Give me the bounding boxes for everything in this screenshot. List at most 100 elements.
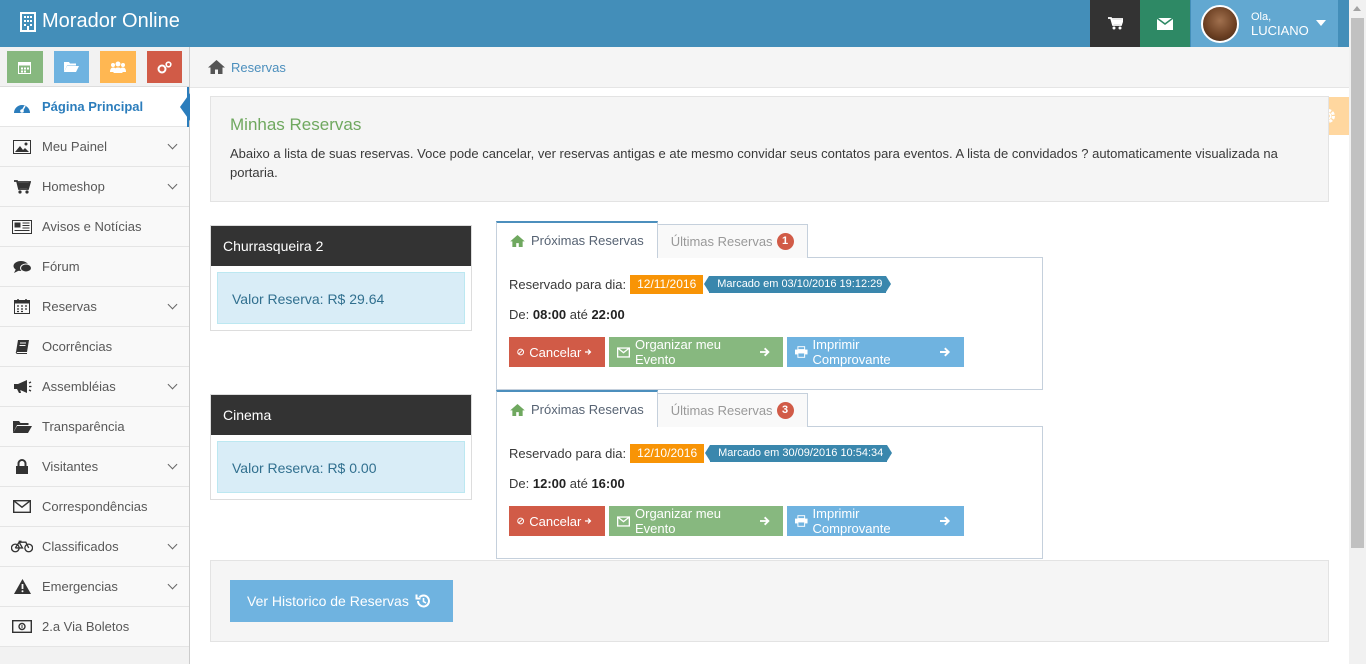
sidebar-item-emergencias[interactable]: Emergencias (0, 567, 189, 607)
sidebar-item-forum[interactable]: Fórum (0, 247, 189, 287)
envelope-icon (617, 515, 630, 527)
scroll-up-icon[interactable] (1353, 6, 1361, 11)
shortcut-settings-button[interactable] (146, 51, 182, 83)
sidebar-item-homeshop[interactable]: Homeshop (0, 167, 189, 207)
tab-label: Próximas Reservas (531, 233, 644, 248)
reserved-date-badge: 12/10/2016 (630, 443, 705, 463)
from-time: 08:00 (532, 307, 567, 322)
button-label: Organizar meu Evento (635, 506, 721, 536)
avatar (1201, 4, 1239, 43)
ban-icon (517, 517, 525, 525)
tab-ultimas-reservas[interactable]: Últimas Reservas 1 (656, 224, 808, 258)
home-icon (510, 403, 525, 416)
organize-event-button[interactable]: Organizar meu Evento (609, 337, 783, 367)
warning-icon (11, 578, 33, 596)
marked-at-badge: Marcado em 03/10/2016 19:12:29 (704, 275, 892, 293)
ban-icon (517, 348, 525, 356)
venue-name: Cinema (211, 395, 471, 435)
tab-proximas-reservas[interactable]: Próximas Reservas (496, 390, 658, 427)
venue-name: Churrasqueira 2 (211, 226, 471, 266)
cart-button[interactable] (1090, 0, 1140, 47)
venue-box: Churrasqueira 2 Valor Reserva: R$ 29.64 (210, 225, 472, 331)
button-label: Imprimir Comprovante (812, 337, 891, 367)
history-icon (415, 594, 430, 608)
reserved-date-badge: 12/11/2016 (630, 274, 704, 294)
home-icon (510, 234, 525, 247)
organize-event-button[interactable]: Organizar meu Evento (609, 506, 783, 536)
lock-icon (11, 458, 33, 476)
reservation-tabs: Próximas Reservas Últimas Reservas 3 Res… (496, 390, 1043, 559)
view-history-button[interactable]: Ver Historico de Reservas (230, 580, 453, 622)
dashboard-icon (11, 98, 33, 116)
from-label: De: (509, 476, 530, 491)
until-time: 22:00 (591, 307, 625, 322)
breadcrumb-reservas-link[interactable]: Reservas (231, 60, 286, 75)
envelope-icon (617, 346, 630, 358)
reservation-tabs: Próximas Reservas Últimas Reservas 1 Res… (496, 221, 1043, 390)
sidebar-item-label: Emergencias (42, 579, 118, 594)
count-badge: 1 (776, 233, 794, 250)
sidebar-item-home[interactable]: Página Principal (0, 87, 190, 127)
button-label: Imprimir Comprovante (812, 506, 891, 536)
reserved-label: Reservado para dia: (509, 276, 627, 292)
folder-open-icon (63, 62, 79, 72)
sidebar-item-label: Transparência (42, 419, 125, 434)
chevron-down-icon (167, 579, 178, 590)
tab-ultimas-reservas[interactable]: Últimas Reservas 3 (656, 393, 808, 427)
until-label: até (569, 307, 588, 322)
brand[interactable]: Morador Online (20, 10, 180, 33)
shortcut-users-button[interactable] (100, 51, 136, 83)
sidebar-item-correspondencias[interactable]: Correspondências (0, 487, 189, 527)
tab-content: Reservado para dia: 12/10/2016 Marcado e… (496, 426, 1043, 559)
book-icon (11, 338, 33, 356)
arrow-right-icon (940, 516, 951, 526)
history-box: Ver Historico de Reservas (210, 560, 1329, 642)
sidebar-item-visitantes[interactable]: Visitantes (0, 447, 189, 487)
folder-open-icon (11, 418, 33, 436)
time-range: De: 12:00 até 16:00 (509, 476, 1030, 496)
shortcut-folder-button[interactable] (53, 51, 89, 83)
sidebar: Página Principal Meu Painel Homeshop Avi… (0, 47, 190, 664)
sidebar-item-avisos[interactable]: Avisos e Notícias (0, 207, 189, 247)
sidebar-item-boletos[interactable]: 2.a Via Boletos (0, 607, 189, 647)
sidebar-item-label: Correspondências (42, 499, 148, 514)
bullhorn-icon (11, 378, 33, 396)
user-name: LUCIANO (1251, 22, 1309, 38)
home-icon[interactable] (208, 60, 225, 74)
button-label: Ver Historico de Reservas (247, 593, 409, 609)
scroll-thumb[interactable] (1351, 18, 1364, 548)
messages-button[interactable] (1140, 0, 1190, 47)
sidebar-item-label: Classificados (42, 539, 119, 554)
chevron-down-icon (167, 139, 178, 150)
venue-value: Valor Reserva: R$ 29.64 (217, 272, 465, 324)
venue-box: Cinema Valor Reserva: R$ 0.00 (210, 394, 472, 500)
until-label: até (569, 476, 588, 491)
sidebar-item-classificados[interactable]: Classificados (0, 527, 189, 567)
arrow-right-icon (940, 347, 951, 357)
envelope-icon (11, 498, 33, 516)
button-label: Cancelar (529, 344, 582, 360)
count-badge: 3 (776, 402, 794, 419)
cancel-button[interactable]: Cancelar (509, 506, 605, 536)
sidebar-item-label: Ocorrências (42, 339, 113, 354)
print-receipt-button[interactable]: Imprimir Comprovante (787, 337, 964, 367)
money-icon (11, 618, 33, 636)
tab-proximas-reservas[interactable]: Próximas Reservas (496, 221, 658, 258)
calendar-icon (11, 298, 33, 316)
sidebar-item-reservas[interactable]: Reservas (0, 287, 189, 327)
cancel-button[interactable]: Cancelar (509, 337, 605, 367)
calendar-icon (18, 61, 32, 74)
arrow-right-icon (585, 349, 592, 355)
sidebar-item-transparencia[interactable]: Transparência (0, 407, 189, 447)
sidebar-item-assembleias[interactable]: Assembléias (0, 367, 189, 407)
sidebar-item-label: Assembléias (42, 379, 116, 394)
until-time: 16:00 (591, 476, 625, 491)
tab-label: Últimas Reservas (670, 403, 773, 418)
shortcut-calendar-button[interactable] (7, 51, 43, 83)
sidebar-item-ocorrencias[interactable]: Ocorrências (0, 327, 189, 367)
print-receipt-button[interactable]: Imprimir Comprovante (787, 506, 964, 536)
sidebar-item-label: 2.a Via Boletos (42, 619, 130, 634)
user-menu[interactable]: Ola, LUCIANO (1191, 0, 1338, 47)
sidebar-item-meu-painel[interactable]: Meu Painel (0, 127, 189, 167)
chevron-down-icon (167, 459, 178, 470)
